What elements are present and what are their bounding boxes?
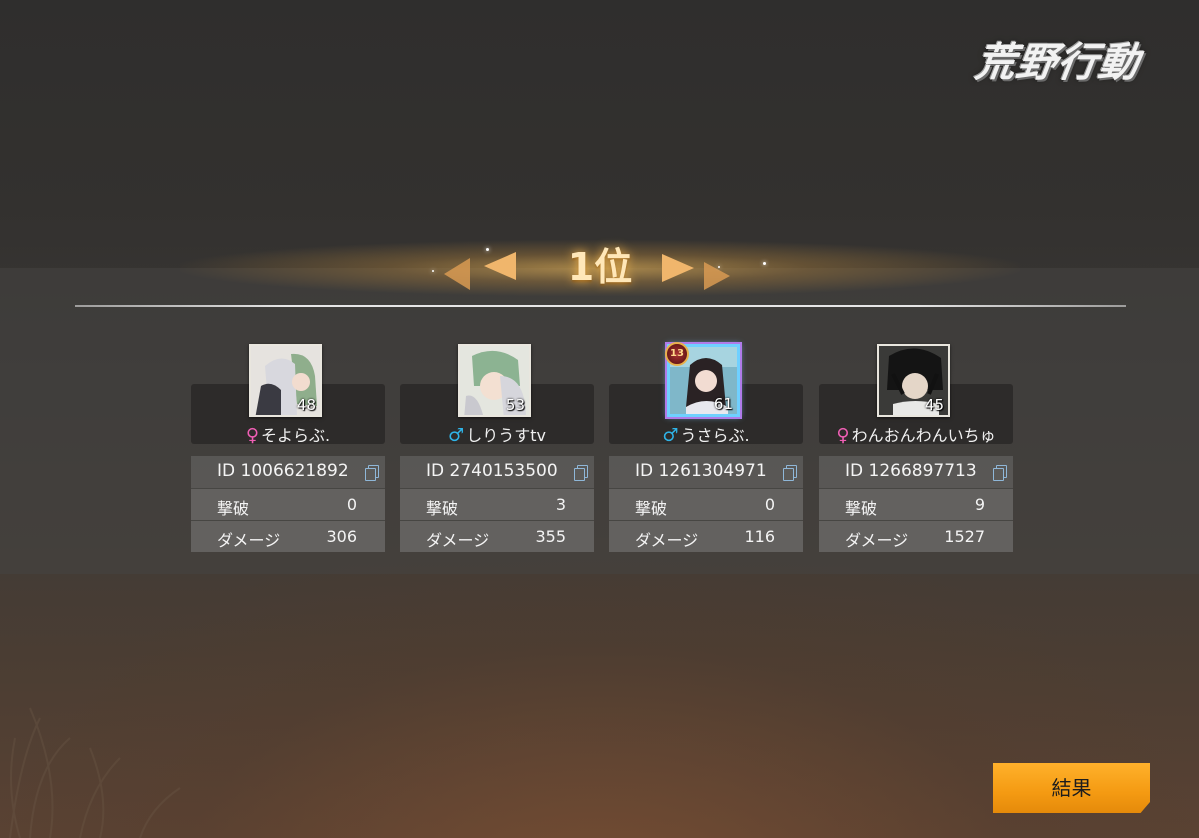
id-row: ID 2740153500: [400, 456, 594, 488]
id-row: ID 1261304971: [609, 456, 803, 488]
stats-panel: ID 1266897713 撃破 9 ダメージ 1527: [819, 456, 1013, 552]
level-badge: 53: [505, 396, 525, 414]
avatar[interactable]: 45: [877, 344, 950, 417]
result-button[interactable]: 結果: [993, 763, 1150, 813]
copy-icon[interactable]: [993, 465, 1007, 481]
damage-label: ダメージ: [217, 531, 281, 550]
copy-icon[interactable]: [783, 465, 797, 481]
left-triangle-decoration: [484, 252, 516, 280]
left-triangle-decoration: [444, 258, 470, 290]
level-badge: 45: [924, 396, 944, 414]
right-triangle-decoration: [704, 262, 730, 290]
kills-value: 9: [974, 495, 985, 514]
player-id: ID 1261304971: [635, 461, 767, 481]
damage-value: 1527: [944, 527, 985, 546]
female-icon: ♀: [836, 425, 850, 446]
player-card: 45 ♀ わんおんわんいちゅ ID 1266897713 撃破 9 ダメージ 15…: [819, 344, 1013, 554]
damage-value: 306: [326, 527, 357, 546]
kills-row: 撃破 0: [191, 488, 385, 520]
damage-row: ダメージ 355: [400, 520, 594, 552]
player-name-line: ♀ わんおんわんいちゅ: [819, 422, 1013, 446]
male-icon: ♂: [448, 425, 465, 446]
divider-line: [75, 305, 1126, 307]
damage-label: ダメージ: [845, 531, 909, 550]
game-logo: 荒野行動: [972, 39, 1143, 86]
damage-row: ダメージ 116: [609, 520, 803, 552]
kills-value: 0: [764, 495, 775, 514]
player-name: そよらぶ.: [261, 426, 331, 445]
player-card: 61 13 ♂ うさらぶ. ID 1261304971 撃破 0 ダメージ 116: [609, 342, 803, 554]
damage-value: 355: [535, 527, 566, 546]
kills-value: 3: [555, 495, 566, 514]
sparkle: [432, 270, 434, 272]
copy-icon[interactable]: [574, 465, 588, 481]
avatar[interactable]: 53: [458, 344, 531, 417]
player-card: 48 ♀ そよらぶ. ID 1006621892 撃破 0 ダメージ 306: [191, 344, 385, 554]
player-id: ID 1266897713: [845, 461, 977, 481]
player-id: ID 2740153500: [426, 461, 558, 481]
grass-decoration: [9, 707, 181, 838]
copy-icon[interactable]: [365, 465, 379, 481]
avatar[interactable]: 48: [249, 344, 322, 417]
sparkle: [763, 262, 766, 265]
kills-row: 撃破 3: [400, 488, 594, 520]
player-name-line: ♂ しりうすtv: [400, 422, 594, 446]
kills-row: 撃破 0: [609, 488, 803, 520]
id-row: ID 1006621892: [191, 456, 385, 488]
damage-label: ダメージ: [635, 531, 699, 550]
level-badge: 61: [713, 395, 733, 413]
level-badge: 48: [296, 396, 316, 414]
player-card: 53 ♂ しりうすtv ID 2740153500 撃破 3 ダメージ 355: [400, 344, 594, 554]
stats-panel: ID 2740153500 撃破 3 ダメージ 355: [400, 456, 594, 552]
player-id: ID 1006621892: [217, 461, 349, 481]
damage-label: ダメージ: [426, 531, 490, 550]
sparkle: [718, 266, 720, 268]
stats-panel: ID 1006621892 撃破 0 ダメージ 306: [191, 456, 385, 552]
stats-panel: ID 1261304971 撃破 0 ダメージ 116: [609, 456, 803, 552]
male-icon: ♂: [662, 425, 679, 446]
kills-label: 撃破: [845, 499, 878, 518]
damage-row: ダメージ 1527: [819, 520, 1013, 552]
kills-label: 撃破: [217, 499, 250, 518]
kills-row: 撃破 9: [819, 488, 1013, 520]
rank-medal-icon: 13: [665, 342, 689, 366]
damage-value: 116: [744, 527, 775, 546]
kills-label: 撃破: [426, 499, 459, 518]
results-band: [0, 268, 1199, 574]
player-name-line: ♂ うさらぶ.: [609, 422, 803, 446]
female-icon: ♀: [245, 425, 260, 446]
player-name: うさらぶ.: [680, 426, 750, 445]
player-name: わんおんわんいちゅ: [851, 426, 996, 445]
damage-row: ダメージ 306: [191, 520, 385, 552]
player-name-line: ♀ そよらぶ.: [191, 422, 385, 446]
sparkle: [486, 248, 489, 251]
player-name: しりうすtv: [466, 426, 546, 445]
kills-value: 0: [346, 495, 357, 514]
rank-label: 1位: [567, 245, 633, 289]
id-row: ID 1266897713: [819, 456, 1013, 488]
kills-label: 撃破: [635, 499, 668, 518]
